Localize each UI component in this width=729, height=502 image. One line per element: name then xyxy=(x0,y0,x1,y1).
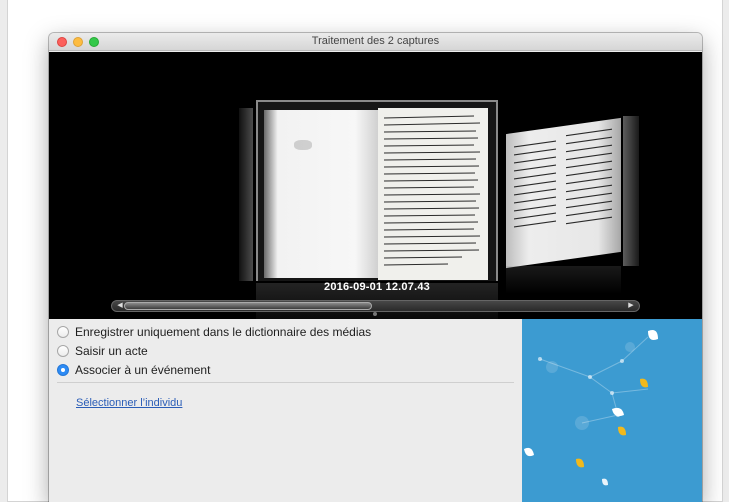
option-enter-record[interactable]: Saisir un acte xyxy=(57,343,148,359)
option-enter-record-label: Saisir un acte xyxy=(75,344,148,358)
capture-scrollbar[interactable]: ◀ ▶ xyxy=(111,300,640,312)
document-left-page xyxy=(264,110,378,278)
current-capture[interactable] xyxy=(256,100,498,281)
document-handwritten-page xyxy=(378,108,488,280)
radio-media-dictionary[interactable] xyxy=(57,326,69,338)
options-pane: Enregistrer uniquement dans le dictionna… xyxy=(49,319,522,502)
next-capture-text xyxy=(514,128,612,228)
previous-capture-edge[interactable] xyxy=(239,108,253,281)
next-capture[interactable] xyxy=(506,117,621,269)
capture-viewer[interactable]: 2016-09-01 12.07.43 ◀ ▶ xyxy=(49,52,702,345)
option-media-dictionary[interactable]: Enregistrer uniquement dans le dictionna… xyxy=(57,324,371,340)
radio-associate-event[interactable] xyxy=(57,364,69,376)
family-tree-illustration xyxy=(522,319,702,502)
chevron-right-icon[interactable]: ▶ xyxy=(624,302,638,310)
option-associate-event[interactable]: Associer à un événement xyxy=(57,362,210,378)
next-capture-reflection xyxy=(506,266,621,294)
option-media-dictionary-label: Enregistrer uniquement dans le dictionna… xyxy=(75,325,372,339)
capture-date-label: 2016-09-01 12.07.43 xyxy=(324,281,430,293)
select-individual-link[interactable]: Sélectionner l’individu xyxy=(76,397,182,409)
options-divider xyxy=(57,382,514,383)
next-capture-edge xyxy=(623,116,639,266)
scrollbar-thumb[interactable] xyxy=(124,302,372,310)
split-handle[interactable] xyxy=(373,312,377,316)
radio-enter-record[interactable] xyxy=(57,345,69,357)
option-associate-event-label: Associer à un événement xyxy=(75,363,211,377)
window-title: Traitement des 2 captures xyxy=(311,35,440,47)
dialog-window: Traitement des 2 captures 2016-09-01 12.… xyxy=(49,33,702,502)
title-bar[interactable]: Traitement des 2 captures xyxy=(49,33,702,51)
